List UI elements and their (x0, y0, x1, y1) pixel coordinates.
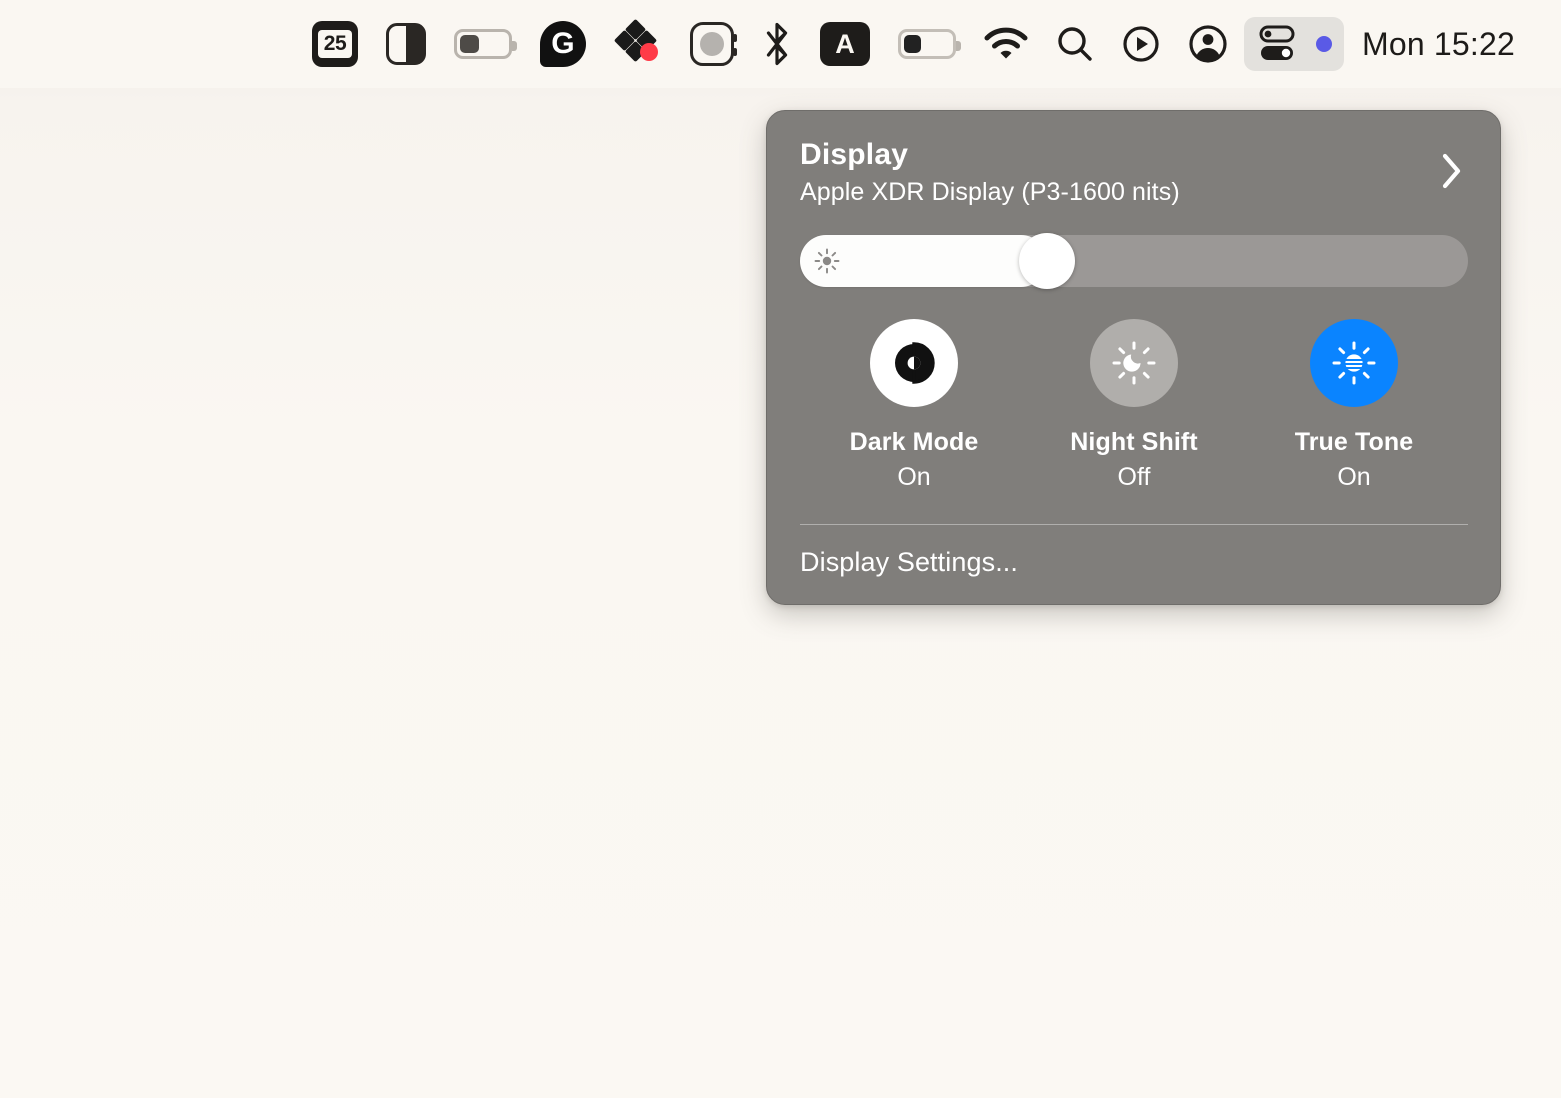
sun-icon (814, 248, 840, 274)
display-disclosure-button[interactable] (1432, 147, 1472, 195)
grammarly-icon[interactable]: G (526, 14, 600, 74)
battery-menu-icon[interactable] (440, 14, 526, 74)
dark-mode-label: Dark Mode (849, 427, 979, 456)
menu-bar-clock[interactable]: Mon 15:22 (1362, 26, 1519, 63)
control-center-status-dot (1315, 36, 1332, 52)
user-circle-glyph (1189, 25, 1227, 63)
true-tone-state: On (1337, 463, 1371, 492)
night-shift-toggle[interactable]: Night Shift Off (1024, 318, 1244, 494)
apple-watch-glyph (689, 22, 737, 66)
search-glyph (1058, 27, 1092, 61)
display-control-panel: Display Apple XDR Display (P3-1600 nits) (766, 110, 1501, 606)
dark-mode-toggle[interactable]: Dark Mode On (804, 318, 1024, 494)
appearance-contrast-icon (895, 342, 935, 384)
true-tone-label: True Tone (1294, 427, 1414, 456)
true-tone-toggle[interactable]: True Tone On (1244, 318, 1464, 494)
wifi-glyph (984, 27, 1028, 59)
apple-watch-icon[interactable] (676, 14, 748, 74)
input-source-icon[interactable]: A (806, 14, 884, 74)
diamond-cluster-glyph (613, 18, 662, 68)
brightness-slider-fill (800, 234, 1048, 287)
battery-glyph (453, 29, 517, 59)
bluetooth-icon[interactable] (748, 14, 806, 74)
sun-moon-icon (1112, 341, 1156, 385)
play-circle-glyph (1123, 26, 1159, 62)
display-toggle-tiles: Dark Mode On Night Shift Off True Tone O… (800, 318, 1468, 494)
grammarly-g-glyph: G (539, 21, 586, 67)
panel-title: Display (800, 138, 909, 171)
night-shift-label: Night Shift (1070, 427, 1198, 456)
true-tone-icon-container (1310, 318, 1398, 407)
true-tone-sun-icon (1332, 341, 1376, 385)
panel-header-text: Display Apple XDR Display (P3-1600 nits) (800, 137, 1180, 209)
control-center-toggles-icon (1259, 25, 1295, 60)
brightness-slider[interactable] (800, 232, 1468, 289)
appearance-icon[interactable] (372, 14, 440, 74)
dark-mode-state: On (897, 463, 931, 492)
battery-status-icon[interactable] (884, 14, 970, 74)
now-playing-icon[interactable] (1108, 14, 1174, 74)
account-icon[interactable] (1174, 14, 1242, 74)
panel-subtitle: Apple XDR Display (P3-1600 nits) (800, 178, 1180, 207)
appearance-half-square-glyph (385, 23, 426, 65)
night-shift-icon-container (1090, 318, 1178, 407)
panel-divider (800, 524, 1468, 526)
dark-mode-icon-container (870, 318, 958, 407)
chevron-right-icon (1442, 153, 1461, 189)
menu-bar: 25 G A Mon 15:22 (0, 0, 1561, 88)
brightness-slider-knob[interactable] (1019, 232, 1076, 289)
battery-glyph (897, 29, 961, 59)
calendar-day-glyph: 25 (311, 21, 358, 67)
spotlight-search-icon[interactable] (1042, 14, 1108, 74)
calendar-day-number: 25 (317, 30, 352, 58)
control-center-button[interactable] (1243, 17, 1344, 71)
dropbox-icon[interactable] (600, 14, 676, 74)
panel-header: Display Apple XDR Display (P3-1600 nits) (800, 137, 1468, 209)
display-settings-link[interactable]: Display Settings... (800, 547, 1468, 578)
night-shift-state: Off (1117, 463, 1151, 492)
calendar-day-icon[interactable]: 25 (298, 14, 372, 74)
wifi-icon[interactable] (970, 14, 1042, 74)
letter-a-badge-glyph: A (819, 22, 870, 66)
bluetooth-glyph (766, 22, 788, 66)
